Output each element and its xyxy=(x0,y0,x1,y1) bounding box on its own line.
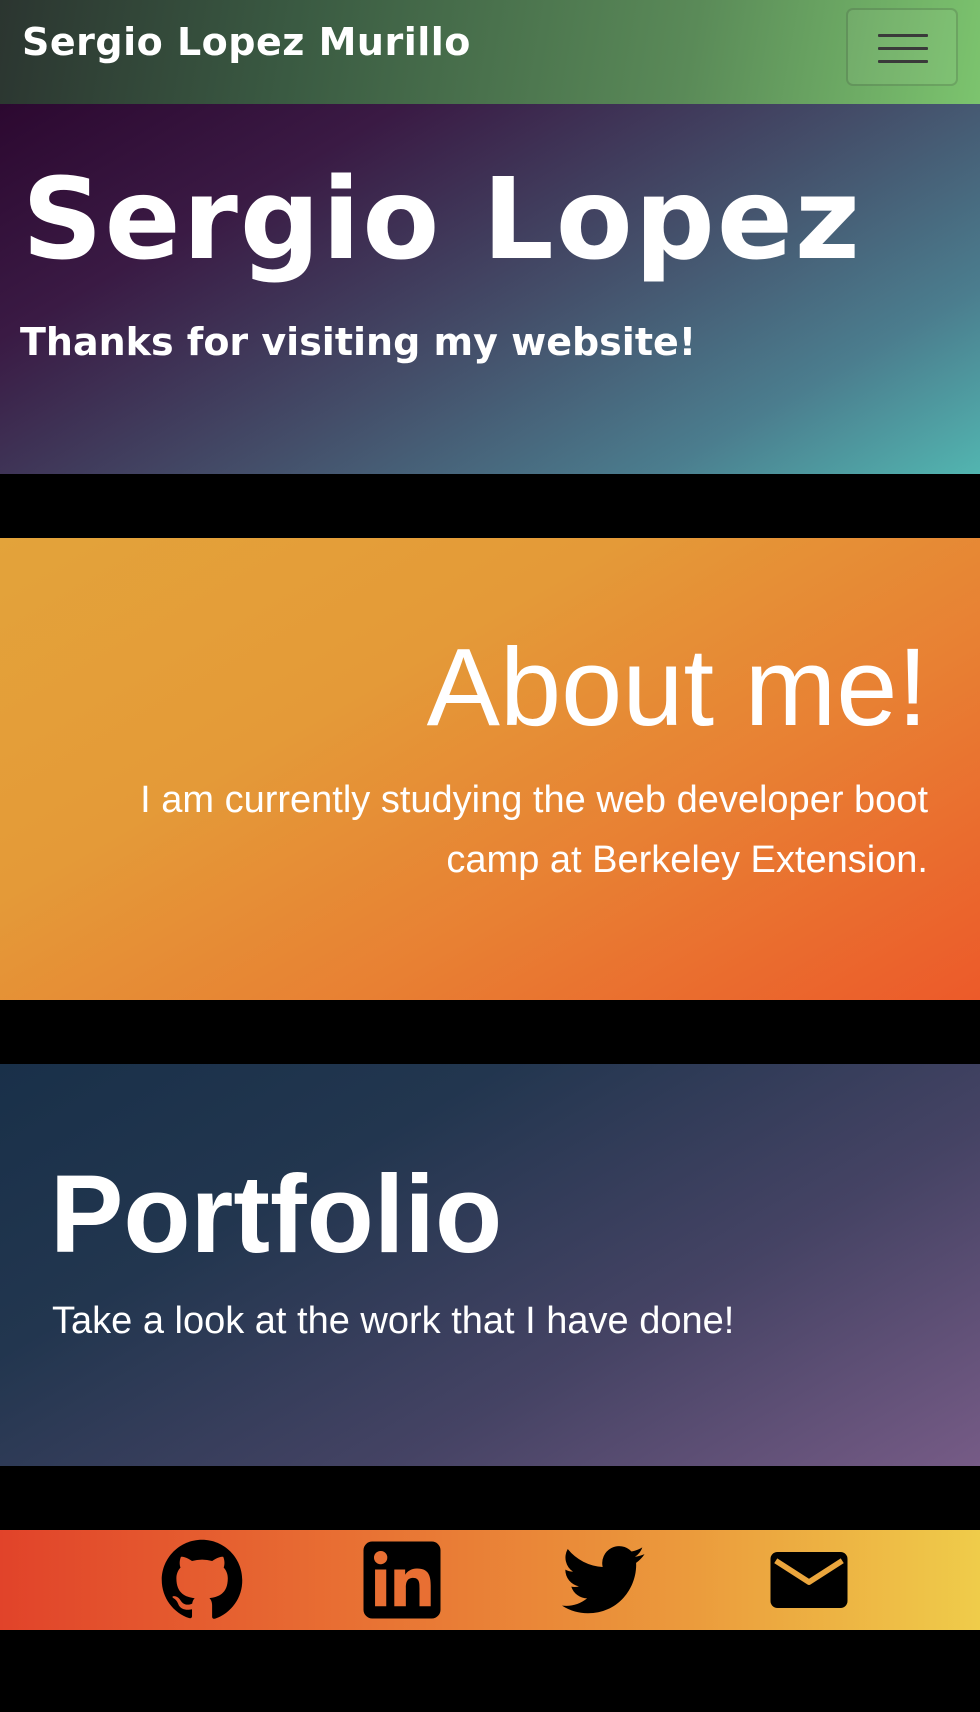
hero-section: Sergio Lopez Thanks for visiting my webs… xyxy=(0,104,980,474)
about-text: I am currently studying the web develope… xyxy=(140,779,928,881)
twitter-icon xyxy=(562,1546,645,1614)
hero-title: Sergio Lopez xyxy=(22,155,862,285)
about-section: About me! I am currently studying the we… xyxy=(0,538,980,1000)
portfolio-text: Take a look at the work that I have done… xyxy=(52,1300,735,1342)
github-icon xyxy=(161,1539,243,1619)
hero-subtitle: Thanks for visiting my website! xyxy=(20,320,697,364)
portfolio-section: Portfolio Take a look at the work that I… xyxy=(0,1064,980,1466)
linkedin-icon xyxy=(363,1541,441,1619)
github-link[interactable] xyxy=(160,1538,244,1622)
twitter-link[interactable] xyxy=(556,1538,652,1622)
linkedin-link[interactable] xyxy=(360,1538,444,1622)
email-icon xyxy=(770,1552,848,1608)
navbar: Sergio Lopez Murillo xyxy=(0,0,980,104)
brand-link[interactable]: Sergio Lopez Murillo xyxy=(22,20,471,64)
about-title: About me! xyxy=(426,626,928,749)
email-link[interactable] xyxy=(767,1538,851,1622)
menu-toggle-button[interactable] xyxy=(846,8,958,86)
footer xyxy=(0,1530,980,1630)
portfolio-title: Portfolio xyxy=(50,1153,503,1276)
